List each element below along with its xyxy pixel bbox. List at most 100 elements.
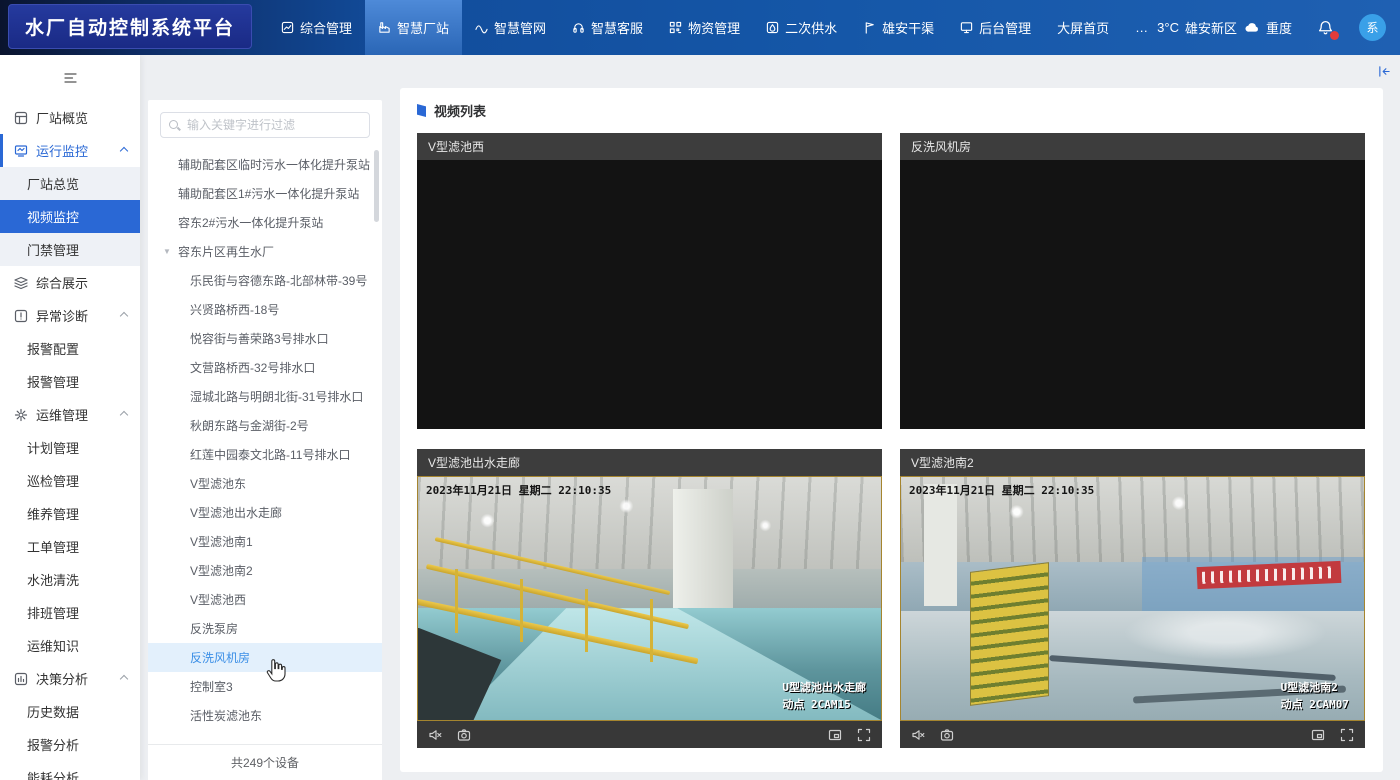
device-list-item[interactable]: V型滤池南2 [148,556,382,585]
device-search [160,112,370,138]
topnav-item[interactable]: 后台管理 [947,0,1044,55]
device-list-item[interactable]: 反洗风机房 [148,643,382,672]
device-list-item-label: 兴贤路桥西-18号 [190,301,279,318]
device-list-item[interactable]: ▼容东片区再生水厂 [148,237,382,266]
pip-icon[interactable] [828,728,842,742]
device-list-item-label: 文营路桥西-32号排水口 [190,359,315,376]
device-list-item[interactable]: V型滤池东 [148,469,382,498]
device-list-item[interactable]: 辅助配套区临时污水一体化提升泵站 [148,150,382,179]
sidebar-item-label: 水池清洗 [27,570,79,589]
topnav-item[interactable]: 大屏首页 [1044,0,1122,55]
device-list-item[interactable]: 辅助配套区1#污水一体化提升泵站 [148,179,382,208]
device-list-item-label: V型滤池东 [190,475,246,492]
sidebar-item[interactable]: 综合展示 [0,266,140,299]
topnav-item[interactable]: 物资管理 [656,0,753,55]
video-frame[interactable]: 2023年11月21日 星期二 22:10:35U型滤池南2动点 2CAM07 [900,476,1365,721]
volume-muted-icon[interactable] [428,728,442,742]
sidebar-item[interactable]: 工单管理 [0,530,140,563]
device-list-item[interactable]: 红莲中园泰文北路-11号排水口 [148,440,382,469]
device-list-item-label: 红莲中园泰文北路-11号排水口 [190,446,350,463]
topnav-item[interactable]: 智慧客服 [559,0,656,55]
device-list-item[interactable]: 活性炭滤池东 [148,701,382,730]
snapshot-icon[interactable] [457,728,471,742]
avatar[interactable]: 系 [1359,14,1386,41]
collapse-sidebar-icon[interactable] [0,55,140,101]
topnav-item[interactable]: … [1122,0,1161,55]
video-osd-channel: 动点 2CAM07 [1281,696,1349,713]
headset-icon [572,21,585,34]
scene-post [650,599,653,662]
device-list-item[interactable]: 控制室3 [148,672,382,701]
sidebar-item[interactable]: 运维管理 [0,398,140,431]
sidebar-item[interactable]: 维养管理 [0,497,140,530]
video-title: 反洗风机房 [911,138,971,155]
device-list-item[interactable]: V型滤池出水走廊 [148,498,382,527]
device-list-item[interactable]: 反洗泵房 [148,614,382,643]
sidebar-item[interactable]: 视频监控 [0,200,140,233]
video-list-card: 视频列表 V型滤池西反洗风机房V型滤池出水走廊2023年11月21日 星期二 2… [400,88,1383,772]
device-panel: 辅助配套区临时污水一体化提升泵站辅助配套区1#污水一体化提升泵站容东2#污水一体… [148,100,382,780]
sidebar-item[interactable]: 厂站总览 [0,167,140,200]
device-list-item[interactable]: V型滤池南1 [148,527,382,556]
sidebar-item-label: 维养管理 [27,504,79,523]
fullscreen-icon[interactable] [857,728,871,742]
device-list-item[interactable]: 文营路桥西-32号排水口 [148,353,382,382]
device-list-item[interactable]: 悦容街与善荣路3号排水口 [148,324,382,353]
sidebar-item[interactable]: 巡检管理 [0,464,140,497]
topnav-item-label: 综合管理 [300,18,352,37]
sidebar-item[interactable]: 计划管理 [0,431,140,464]
content-area: 辅助配套区临时污水一体化提升泵站辅助配套区1#污水一体化提升泵站容东2#污水一体… [140,55,1400,780]
sidebar-item[interactable]: 水池清洗 [0,563,140,596]
pip-icon[interactable] [1311,728,1325,742]
device-list-item-label: 悦容街与善荣路3号排水口 [190,330,329,347]
sidebar-item[interactable]: 厂站概览 [0,101,140,134]
sidebar-item[interactable]: 历史数据 [0,695,140,728]
layers-icon [14,276,28,290]
search-input[interactable] [187,118,361,132]
scrollbar-thumb[interactable] [374,150,379,222]
video-frame-offline[interactable] [900,160,1365,429]
topnav-item-label: 智慧厂站 [397,18,449,37]
topnav-item-label: … [1135,20,1148,35]
sidebar-item[interactable]: 异常诊断 [0,299,140,332]
device-list-item[interactable]: 秋朗东路与金湖街-2号 [148,411,382,440]
overview-icon [14,111,28,125]
topnav-item[interactable]: 智慧管网 [462,0,559,55]
device-list-item[interactable]: 湿城北路与明朗北街-31号排水口 [148,382,382,411]
sidebar: 厂站概览运行监控厂站总览视频监控门禁管理综合展示异常诊断报警配置报警管理运维管理… [0,55,140,780]
device-list-item[interactable]: V型滤池西 [148,585,382,614]
volume-muted-icon[interactable] [911,728,925,742]
sidebar-item[interactable]: 报警配置 [0,332,140,365]
topnav-item[interactable]: 二次供水 [753,0,850,55]
video-frame[interactable]: 2023年11月21日 星期二 22:10:35U型滤池出水走廊动点 2CAM1… [417,476,882,721]
sidebar-item[interactable]: 排班管理 [0,596,140,629]
topnav-item[interactable]: 雄安干渠 [850,0,947,55]
sidebar-item[interactable]: 运维知识 [0,629,140,662]
topnav-item-label: 智慧客服 [591,18,643,37]
device-list-item[interactable]: 乐民街与容德东路-北部林带-39号 [148,266,382,295]
topnav-item-label: 智慧管网 [494,18,546,37]
sidebar-item[interactable]: 报警管理 [0,365,140,398]
sidebar-item-label: 综合展示 [36,273,88,292]
topnav-item-label: 物资管理 [688,18,740,37]
sidebar-item[interactable]: 决策分析 [0,662,140,695]
expand-panel-icon[interactable] [1378,65,1391,78]
topnav-item-label: 后台管理 [979,18,1031,37]
sidebar-item-label: 厂站总览 [27,174,79,193]
video-title-bar: V型滤池西 [417,133,882,160]
topnav-item[interactable]: 综合管理 [268,0,365,55]
sidebar-item[interactable]: 运行监控 [0,134,140,167]
topnav-item[interactable]: 智慧厂站 [365,0,462,55]
device-list-item[interactable]: 兴贤路桥西-18号 [148,295,382,324]
video-frame-offline[interactable] [417,160,882,429]
topnav: 水厂自动控制系统平台 综合管理智慧厂站智慧管网智慧客服物资管理二次供水雄安干渠后… [0,0,1400,55]
sidebar-item-label: 巡检管理 [27,471,79,490]
sidebar-item[interactable]: 门禁管理 [0,233,140,266]
device-list-item[interactable]: 容东2#污水一体化提升泵站 [148,208,382,237]
fullscreen-icon[interactable] [1340,728,1354,742]
pipe-icon [475,21,488,34]
sidebar-item[interactable]: 能耗分析 [0,761,140,780]
bell-icon[interactable] [1318,20,1333,35]
sidebar-item[interactable]: 报警分析 [0,728,140,761]
snapshot-icon[interactable] [940,728,954,742]
